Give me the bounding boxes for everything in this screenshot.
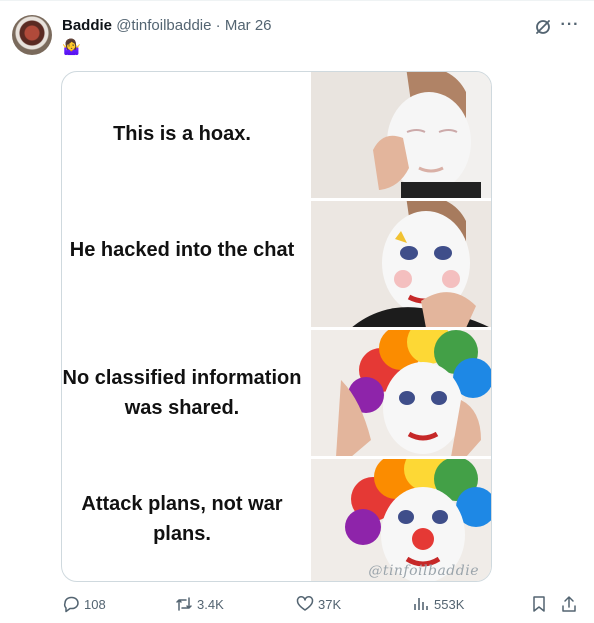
- share-button[interactable]: [560, 595, 578, 613]
- tweet-header: Baddie @tinfoilbaddie · Mar 26: [62, 17, 272, 35]
- reply-button[interactable]: 108: [62, 595, 106, 613]
- views-icon: [414, 598, 428, 610]
- bookmark-button[interactable]: [530, 595, 548, 613]
- meme-panel-2: He hacked into the chat: [62, 201, 491, 328]
- reply-count: 108: [84, 596, 106, 612]
- repost-button[interactable]: 3.4K: [175, 595, 224, 613]
- meme-image-1: [311, 72, 491, 199]
- avatar[interactable]: [12, 15, 52, 55]
- tweet-media[interactable]: This is a hoax. He hacked into the chat: [61, 71, 492, 582]
- share-icon: [562, 596, 576, 612]
- meme-panel-3: No classified information was shared.: [62, 330, 491, 457]
- meme-image-3: [311, 330, 491, 457]
- meme-caption-2: He hacked into the chat: [69, 239, 295, 261]
- view-count: 553K: [434, 596, 465, 612]
- repost-icon: [176, 597, 192, 611]
- meme-caption-4: Attack plans, not war plans.: [81, 493, 283, 545]
- tweet: Baddie @tinfoilbaddie · Mar 26 🤷‍♀️ ··· …: [0, 0, 594, 623]
- like-button[interactable]: 37K: [296, 595, 341, 613]
- more-icon[interactable]: ···: [560, 17, 580, 37]
- tweet-date[interactable]: Mar 26: [225, 17, 272, 34]
- meme-panel-4: Attack plans, not war plans. @tinfoilbad…: [62, 459, 491, 581]
- meme-caption-3: No classified information was shared.: [62, 367, 302, 419]
- separator-dot: ·: [215, 17, 221, 34]
- watermark: @tinfoilbaddie: [368, 563, 479, 579]
- reply-icon: [63, 596, 79, 613]
- heart-icon: [296, 596, 314, 611]
- user-handle[interactable]: @tinfoilbaddie: [116, 17, 211, 34]
- meme-caption-1: This is a hoax.: [113, 123, 251, 145]
- meme-image-2: [311, 201, 491, 328]
- meme-panel-1: This is a hoax.: [62, 72, 491, 199]
- views-button[interactable]: 553K: [412, 595, 464, 613]
- like-count: 37K: [318, 596, 342, 612]
- repost-count: 3.4K: [197, 596, 224, 612]
- tweet-actions: 108 3.4K 37K 553K: [62, 595, 582, 617]
- tweet-text: 🤷‍♀️: [62, 39, 81, 56]
- display-name[interactable]: Baddie: [62, 17, 112, 34]
- bookmark-icon: [533, 596, 545, 612]
- grok-icon[interactable]: [533, 17, 553, 37]
